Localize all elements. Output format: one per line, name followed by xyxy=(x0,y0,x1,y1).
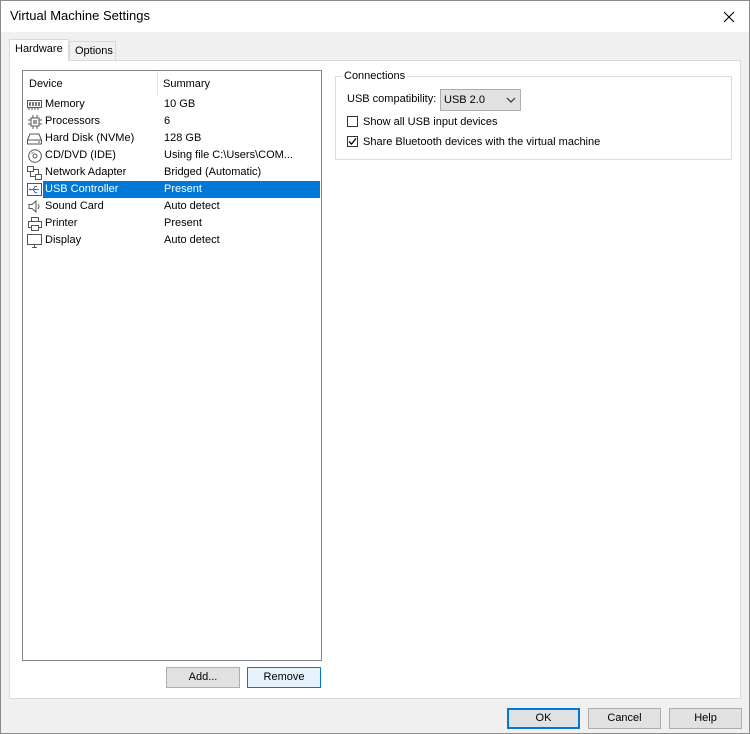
usb-icon xyxy=(27,182,42,197)
tab-hardware-label: Hardware xyxy=(15,43,63,55)
checkmark-icon xyxy=(348,138,357,145)
device-row-processors[interactable]: Processors 6 xyxy=(27,113,321,130)
device-name: Processors xyxy=(45,115,101,127)
device-summary: Bridged (Automatic) xyxy=(164,166,262,178)
monitor-icon xyxy=(27,233,42,248)
printer-icon xyxy=(27,216,42,231)
connections-group: Connections USB compatibility: USB 2.0 S… xyxy=(335,70,732,160)
close-button[interactable] xyxy=(709,1,749,32)
show-all-usb-checkbox[interactable] xyxy=(347,116,358,127)
device-name: USB Controller xyxy=(45,183,119,195)
memory-icon xyxy=(27,97,42,112)
hardware-panel: Device Summary Memory 10 GB Processors 6 xyxy=(9,60,741,699)
device-name: Hard Disk (NVMe) xyxy=(45,132,135,144)
help-button[interactable]: Help xyxy=(669,708,742,729)
column-divider[interactable] xyxy=(157,71,158,95)
device-summary: Present xyxy=(164,217,202,229)
network-icon xyxy=(27,165,42,180)
share-bluetooth-checkbox[interactable] xyxy=(347,136,358,147)
usb-compatibility-label: USB compatibility: xyxy=(347,93,437,105)
column-header-device[interactable]: Device xyxy=(29,78,63,90)
ok-button[interactable]: OK xyxy=(507,708,580,729)
vm-settings-dialog: Virtual Machine Settings Hardware Option… xyxy=(0,0,750,734)
share-bluetooth-label[interactable]: Share Bluetooth devices with the virtual… xyxy=(363,136,600,148)
title-bar: Virtual Machine Settings xyxy=(1,1,749,32)
device-summary: Auto detect xyxy=(164,234,220,246)
device-name: Sound Card xyxy=(45,200,104,212)
list-header: Device Summary xyxy=(23,71,321,95)
show-all-usb-label[interactable]: Show all USB input devices xyxy=(363,116,498,128)
device-summary: Using file C:\Users\COM... xyxy=(164,149,293,161)
cd-dvd-icon xyxy=(27,148,42,163)
device-name: Display xyxy=(45,234,82,246)
cancel-button[interactable]: Cancel xyxy=(588,708,661,729)
tab-hardware[interactable]: Hardware xyxy=(9,39,69,61)
device-name: Memory xyxy=(45,98,85,110)
device-name: CD/DVD (IDE) xyxy=(45,149,116,161)
device-row-memory[interactable]: Memory 10 GB xyxy=(27,96,321,113)
device-summary: 10 GB xyxy=(164,98,196,110)
close-icon xyxy=(723,11,735,22)
device-summary: 128 GB xyxy=(164,132,202,144)
usb-compatibility-value: USB 2.0 xyxy=(444,94,485,106)
device-name: Printer xyxy=(45,217,78,229)
add-button[interactable]: Add... xyxy=(166,667,240,688)
chevron-down-icon xyxy=(506,95,516,107)
device-row-cd-dvd[interactable]: CD/DVD (IDE) Using file C:\Users\COM... xyxy=(27,147,321,164)
device-row-network-adapter[interactable]: Network Adapter Bridged (Automatic) xyxy=(27,164,321,181)
window-title: Virtual Machine Settings xyxy=(10,8,150,23)
device-row-hard-disk[interactable]: Hard Disk (NVMe) 128 GB xyxy=(27,130,321,147)
processor-icon xyxy=(27,114,42,129)
device-name: Network Adapter xyxy=(45,166,127,178)
device-summary: 6 xyxy=(164,115,171,127)
hard-disk-icon xyxy=(27,131,42,146)
column-header-summary[interactable]: Summary xyxy=(163,78,210,90)
device-row-sound-card[interactable]: Sound Card Auto detect xyxy=(27,198,321,215)
usb-compatibility-select[interactable]: USB 2.0 xyxy=(440,89,521,111)
connections-legend: Connections xyxy=(342,70,408,82)
device-row-display[interactable]: Display Auto detect xyxy=(27,232,321,249)
device-summary: Present xyxy=(164,183,202,195)
tab-options-label: Options xyxy=(75,45,113,57)
speaker-icon xyxy=(27,199,42,214)
device-list[interactable]: Device Summary Memory 10 GB Processors 6 xyxy=(22,70,322,661)
device-row-usb-controller[interactable]: USB Controller Present xyxy=(27,181,321,198)
remove-button[interactable]: Remove xyxy=(247,667,321,688)
device-row-printer[interactable]: Printer Present xyxy=(27,215,321,232)
tab-options[interactable]: Options xyxy=(69,41,116,60)
device-summary: Auto detect xyxy=(164,200,220,212)
